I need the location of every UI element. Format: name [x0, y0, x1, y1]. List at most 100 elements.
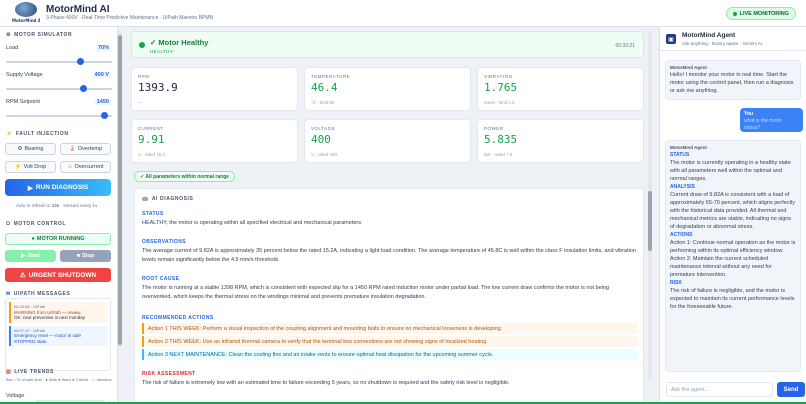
fault-overcurrent-button[interactable]: ⚠ Overcurrent	[60, 161, 111, 173]
status-time: 00:33:21	[615, 43, 635, 49]
chart-icon: ▥	[6, 369, 12, 375]
fault-section-title: ⚡ FAULT INJECTION	[6, 131, 69, 137]
alarm-icon: ⚠	[19, 272, 26, 279]
diag-action-item: Action 3 NEXT MAINTENANCE: Clean the coo…	[142, 349, 638, 360]
live-label: LIVE MONITORING	[739, 10, 789, 17]
live-monitoring-badge: LIVE MONITORING	[725, 7, 796, 20]
robot-icon: 🤖	[142, 196, 149, 202]
stop-button[interactable]: ■ Stop	[60, 250, 111, 262]
app-title: MotorMind AI	[46, 4, 110, 15]
auto-refresh-note: Auto AI refresh in 13s · sensors every 1…	[16, 203, 98, 208]
agent-icon: ▣	[666, 34, 676, 44]
control-section-title: ⏻ MOTOR CONTROL	[6, 221, 66, 227]
top-bar: MotorMind AI MotorMind AI 3-Phase 400V ·…	[0, 0, 806, 27]
diag-status-text: HEALTHY, the motor is operating within a…	[142, 220, 363, 226]
status-dot-icon	[139, 42, 145, 48]
diagnosis-header: 🤖 AI DIAGNOSIS	[142, 196, 194, 202]
messages-section-title: ✉ UIPATH MESSAGES	[6, 291, 71, 297]
diag-status-heading: STATUS	[142, 211, 164, 217]
fault-volt-drop-button[interactable]: ⚡ Volt Drop	[5, 161, 56, 173]
trend-voltage-label: Voltage	[6, 393, 25, 399]
metric-card-voltage: VOLTAGE 400 V · rated 400	[304, 119, 471, 163]
metric-card-rpm: RPM 1393.9 —	[131, 67, 298, 111]
main-scrollbar-thumb[interactable]	[648, 191, 652, 251]
all-ok-badge: ✓ All parameters within normal range	[134, 171, 236, 182]
diag-observations-text: The average current of 9.82A is approxim…	[142, 248, 636, 263]
reply-heading: ACTIONS	[670, 232, 693, 238]
reply-text: The motor is currently operating in a he…	[670, 160, 791, 182]
bubble-text: Hello! I monitor your motor in real time…	[670, 72, 794, 94]
metric-name: TEMPERATURE	[311, 74, 351, 79]
play-icon: ▶	[27, 184, 33, 192]
message-item[interactable]: 06:33:58 · UiPath WARNING from UiPath — …	[9, 302, 107, 323]
logo-globe-icon	[15, 2, 37, 17]
message-line: STOPPED state.	[14, 338, 48, 344]
fault-overtemp-button[interactable]: 🌡 Overtemp	[60, 143, 111, 155]
chat-header: ▣ MotorMind Agent Ask anything · history…	[660, 27, 806, 51]
sidebar-scrollbar[interactable]	[118, 31, 122, 347]
supply-voltage-slider-thumb[interactable]	[79, 85, 87, 92]
metric-name: VOLTAGE	[311, 126, 336, 131]
thermometer-icon: 🌡	[68, 146, 76, 152]
supply-voltage-label: Supply Voltage	[6, 72, 43, 78]
status-title: ✓ Motor Healthy	[150, 38, 209, 47]
trends-section-title: ▥ LIVE TRENDS	[6, 369, 54, 375]
motor-status-banner: ✓ Motor Healthy HEALTHY 00:33:21	[131, 31, 644, 58]
urgent-shutdown-button[interactable]: ⚠ URGENT SHUTDOWN	[5, 268, 111, 282]
running-dot-icon: ●	[31, 236, 35, 242]
power-icon: ⏻	[6, 221, 11, 227]
message-item[interactable]: 08:27:10 · UiPath Emergency reset — moto…	[9, 325, 107, 346]
sidebar-scrollbar-thumb[interactable]	[118, 35, 122, 345]
load-slider[interactable]	[6, 58, 112, 65]
message-line: OK: next preventive is next monday	[14, 315, 86, 320]
reply-heading: RISK	[670, 280, 682, 286]
main-scrollbar[interactable]	[648, 31, 652, 379]
logo: MotorMind AI	[12, 2, 40, 24]
bearing-icon: ⚙	[17, 146, 23, 152]
metric-card-vibration: VIBRATION 1.765 mm/s · limit 4.5	[477, 67, 644, 111]
agent-chat-panel: ▣ MotorMind Agent Ask anything · history…	[659, 27, 806, 404]
play-icon: ▶	[21, 253, 26, 259]
stop-icon: ■	[76, 253, 81, 259]
supply-voltage-slider[interactable]	[6, 85, 112, 92]
diag-action-item: Action 2 THIS WEEK: Use an infrared ther…	[142, 336, 638, 347]
metric-unit: °C · limit 80	[311, 100, 335, 105]
sidebar: ⚙ MOTOR SIMULATOR Load 70% Supply Voltage…	[0, 27, 118, 404]
app-subtitle: 3-Phase 400V · Real-Time Predictive Main…	[46, 15, 214, 21]
chat-subtitle: Ask anything · history aware · Gemini AI	[682, 41, 763, 46]
start-button[interactable]: ▶ Start	[5, 250, 56, 262]
lightning-icon: ⚡	[6, 131, 13, 137]
metric-name: POWER	[484, 126, 504, 131]
load-slider-thumb[interactable]	[76, 58, 84, 65]
uipath-messages-list[interactable]: 06:33:58 · UiPath WARNING from UiPath — …	[5, 298, 111, 371]
run-diagnosis-button[interactable]: ▶ RUN DIAGNOSIS	[5, 179, 111, 196]
rpm-setpoint-slider-thumb[interactable]	[101, 112, 109, 119]
warning-icon: ⚠	[67, 164, 73, 170]
chat-input[interactable]: Ask the agent...	[666, 382, 773, 397]
rpm-setpoint-slider[interactable]	[6, 112, 112, 119]
reply-text: Action 1: Continue normal operation as t…	[670, 240, 796, 278]
bubble-sender: MotorMind Agent	[670, 65, 707, 70]
motor-running-indicator: ● MOTOR RUNNING	[5, 233, 111, 245]
reply-heading: ANALYSIS	[670, 184, 695, 190]
load-value: 70%	[95, 45, 111, 51]
reply-text: Current draw of 9.82A is consistent with…	[670, 192, 796, 230]
metric-unit: —	[138, 100, 143, 105]
chat-title: MotorMind Agent	[682, 32, 736, 39]
bubble-text: what is the motor status?	[744, 118, 783, 131]
main-panel: ✓ Motor Healthy HEALTHY 00:33:21 RPM 1393…	[131, 31, 644, 404]
bolt-icon: ⚡	[14, 164, 22, 170]
diag-root-cause-text: The motor is running at a stable 1398 RP…	[142, 285, 610, 300]
diag-risk-heading: RISK ASSESSMENT	[142, 371, 196, 377]
metric-name: RPM	[138, 74, 150, 79]
metric-unit: V · rated 400	[311, 152, 338, 157]
metric-value: 1393.9	[138, 81, 178, 94]
diag-observations-heading: OBSERVATIONS	[142, 239, 186, 245]
ai-diagnosis-panel: 🤖 AI DIAGNOSIS STATUS HEALTHY, the motor …	[134, 188, 644, 404]
metric-card-current: CURRENT 9.91 A · rated 15.2	[131, 119, 298, 163]
metric-card-power: POWER 5.835 kW · rated 7.5	[477, 119, 644, 163]
send-button[interactable]: Send	[777, 382, 805, 397]
metric-unit: kW · rated 7.5	[484, 152, 513, 157]
fault-bearing-button[interactable]: ⚙ Bearing	[5, 143, 56, 155]
metric-value: 1.765	[484, 81, 518, 94]
